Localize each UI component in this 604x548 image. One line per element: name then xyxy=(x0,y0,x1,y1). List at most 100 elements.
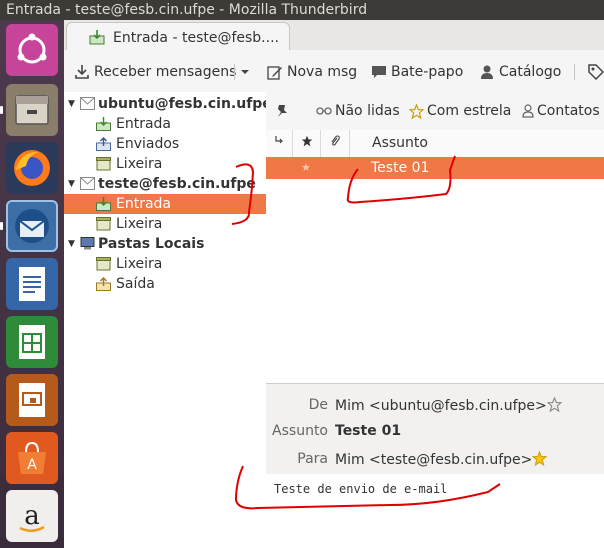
account-mail-icon xyxy=(80,177,95,190)
message-body-text: Teste de envio de e-mail xyxy=(274,482,448,496)
folder-label: Lixeira xyxy=(116,256,163,272)
folder-sent-ubuntu[interactable]: Enviados xyxy=(64,134,266,154)
pin-icon xyxy=(278,105,287,117)
folder-label: Entrada xyxy=(116,116,172,132)
thread-icon xyxy=(275,136,283,144)
contacts-filter-label: Contatos xyxy=(537,103,600,119)
thread-list: ★ Teste 01 xyxy=(266,157,604,383)
thread-column-toggle[interactable] xyxy=(266,130,293,157)
folder-outbox-local[interactable]: Saída xyxy=(64,274,266,294)
folder-trash-teste[interactable]: Lixeira xyxy=(64,214,266,234)
folder-account-ubuntu[interactable]: ▼ ubuntu@fesb.cin.ufpe xyxy=(64,94,272,114)
download-icon xyxy=(75,65,89,79)
expand-icon[interactable]: ▼ xyxy=(68,94,78,114)
folder-inbox-teste[interactable]: Entrada xyxy=(64,194,266,214)
toolbar-separator xyxy=(234,64,235,80)
expand-icon[interactable]: ▼ xyxy=(68,174,78,194)
message-subject-cell: Teste 01 xyxy=(371,160,430,176)
starred-column[interactable] xyxy=(293,130,321,157)
get-messages-label: Receber mensagens xyxy=(94,64,237,80)
window-title: Entrada - teste@fesb.cin.ufpe - Mozilla … xyxy=(0,0,604,20)
to-label: Para xyxy=(297,451,328,467)
person-icon xyxy=(522,104,534,118)
pencil-icon xyxy=(267,66,282,80)
from-address: Mim <ubuntu@fesb.cin.ufpe> xyxy=(335,398,547,414)
folder-pane: ▼ ubuntu@fesb.cin.ufpe Entrada Enviados … xyxy=(64,92,272,548)
star-icon[interactable] xyxy=(546,396,563,413)
subject-column-label: Assunto xyxy=(372,135,428,151)
main-toolbar: Receber mensagens Nova msg Bate-papo Cat… xyxy=(64,50,604,93)
sticky-filter-button[interactable] xyxy=(276,101,293,121)
software-center-icon[interactable]: A xyxy=(6,432,58,484)
thunderbird-icon[interactable] xyxy=(6,200,58,252)
star-icon[interactable]: ★ xyxy=(301,157,311,179)
folder-label: ubuntu@fesb.cin.ufpe xyxy=(98,96,272,112)
tab-label: Entrada - teste@fesb.... xyxy=(113,29,279,46)
account-mail-icon xyxy=(80,97,95,110)
star-icon[interactable] xyxy=(532,450,548,467)
write-label: Nova msg xyxy=(287,64,358,80)
ubuntu-dash-icon[interactable] xyxy=(6,24,58,76)
chat-icon xyxy=(372,66,386,78)
message-body[interactable]: Teste de envio de e-mail xyxy=(266,474,604,548)
unread-filter-button[interactable]: Não lidas xyxy=(316,101,400,121)
folder-trash-ubuntu[interactable]: Lixeira xyxy=(64,154,266,174)
running-indicator xyxy=(0,222,3,230)
folder-label: teste@fesb.cin.ufpe xyxy=(98,176,256,192)
trash-icon xyxy=(96,217,111,231)
subject-column-header[interactable]: Assunto xyxy=(350,130,604,157)
person-icon xyxy=(481,65,493,79)
firefox-icon[interactable] xyxy=(6,142,58,194)
table-row[interactable]: ★ Teste 01 xyxy=(266,157,604,179)
chat-button[interactable]: Bate-papo xyxy=(371,62,463,82)
sent-icon xyxy=(96,137,111,151)
folder-label: Entrada xyxy=(116,196,172,212)
tab-inbox[interactable]: Entrada - teste@fesb.... xyxy=(66,22,290,52)
from-label: De xyxy=(308,397,328,413)
folder-trash-local[interactable]: Lixeira xyxy=(64,254,266,274)
starred-filter-label: Com estrela xyxy=(427,103,512,119)
to-value[interactable]: Mim <teste@fesb.cin.ufpe> xyxy=(335,450,548,468)
write-button[interactable]: Nova msg xyxy=(267,62,357,82)
folder-label: Lixeira xyxy=(116,216,163,232)
trash-icon xyxy=(96,157,111,171)
chevron-down-icon xyxy=(241,70,249,74)
paperclip-icon xyxy=(331,135,340,146)
inbox-icon xyxy=(96,117,111,131)
get-messages-dropdown[interactable] xyxy=(240,62,254,82)
calc-icon[interactable] xyxy=(6,316,58,368)
folder-local[interactable]: ▼ Pastas Locais xyxy=(64,234,266,254)
contacts-filter-button[interactable]: Contatos xyxy=(522,101,600,121)
impress-icon[interactable] xyxy=(6,374,58,426)
toolbar-separator xyxy=(574,64,575,80)
glasses-icon xyxy=(316,107,332,115)
to-address: Mim <teste@fesb.cin.ufpe> xyxy=(335,452,533,468)
trash-icon xyxy=(96,257,111,271)
writer-icon[interactable] xyxy=(6,258,58,310)
star-icon xyxy=(301,135,312,147)
running-indicator xyxy=(0,106,3,114)
folder-label: Saída xyxy=(116,276,155,292)
folder-account-teste[interactable]: ▼ teste@fesb.cin.ufpe xyxy=(64,174,266,194)
inbox-icon xyxy=(96,197,111,211)
outbox-icon xyxy=(96,277,111,291)
quick-filter-bar: Não lidas Com estrela Contatos xyxy=(266,92,604,131)
folder-label: Pastas Locais xyxy=(98,236,205,252)
from-value[interactable]: Mim <ubuntu@fesb.cin.ufpe> xyxy=(335,396,563,414)
files-icon[interactable] xyxy=(6,84,58,136)
subject-label: Assunto xyxy=(272,423,328,439)
ubuntu-launcher: A a xyxy=(0,20,64,548)
folder-label: Lixeira xyxy=(116,156,163,172)
svg-text:A: A xyxy=(27,457,37,473)
starred-filter-button[interactable]: Com estrela xyxy=(409,101,511,121)
address-book-button[interactable]: Catálogo xyxy=(479,62,561,82)
attachment-column[interactable] xyxy=(321,130,350,157)
expand-icon[interactable]: ▼ xyxy=(68,234,78,254)
get-messages-button[interactable]: Receber mensagens xyxy=(74,62,236,82)
address-book-label: Catálogo xyxy=(499,64,562,80)
amazon-icon[interactable]: a xyxy=(6,490,58,542)
tag-icon xyxy=(588,64,604,80)
tag-button[interactable] xyxy=(588,62,604,82)
unread-filter-label: Não lidas xyxy=(335,103,400,119)
folder-inbox-ubuntu[interactable]: Entrada xyxy=(64,114,266,134)
